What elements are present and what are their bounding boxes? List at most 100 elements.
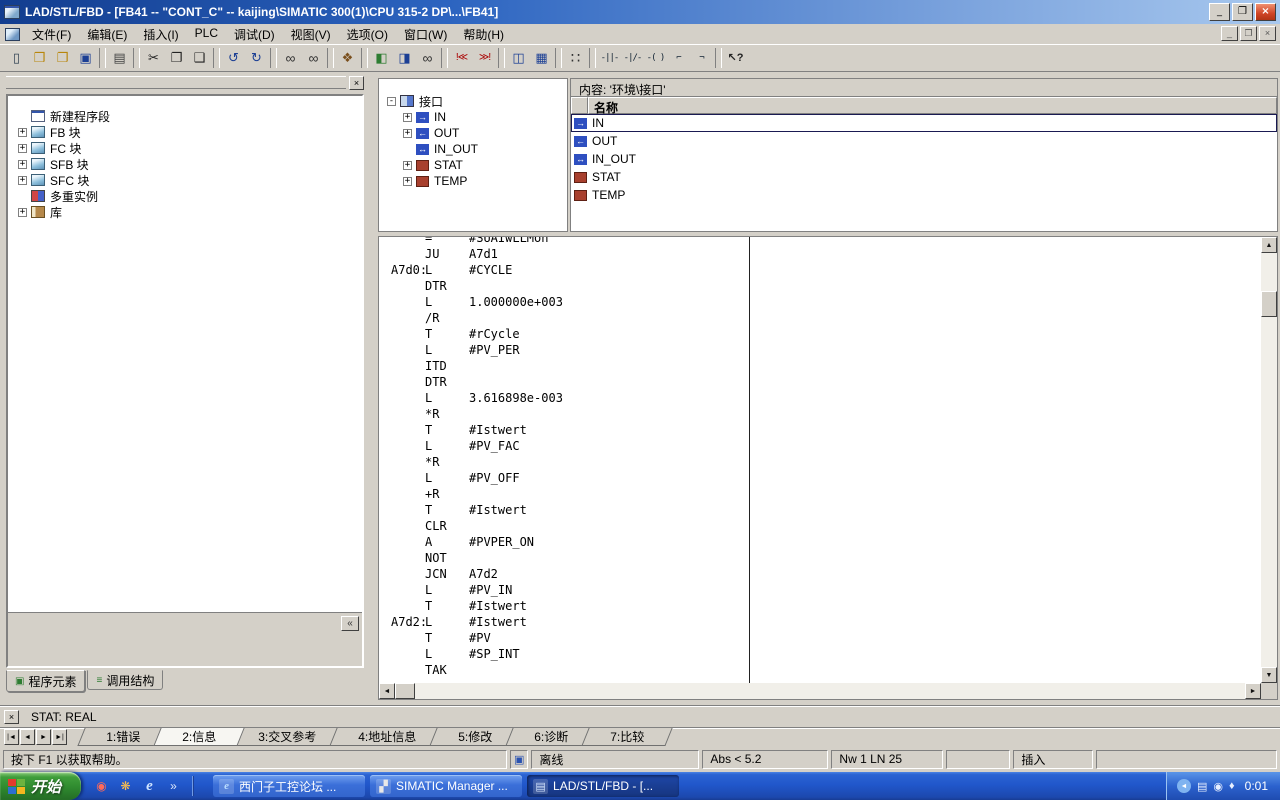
- undo-button[interactable]: ↺: [222, 47, 245, 69]
- stl-code-line[interactable]: L #SP_INT: [379, 646, 1261, 662]
- stl-editor[interactable]: = #SUAIwLLMon JU A7d1 A7d0: L #CYCLE DTR: [379, 237, 1261, 683]
- stl-code-line[interactable]: T #Istwert: [379, 502, 1261, 518]
- symbol-table-button[interactable]: ◧: [370, 47, 393, 69]
- table-row[interactable]: OUT: [571, 132, 1277, 150]
- interface-tree-item[interactable]: + TEMP: [403, 173, 565, 189]
- stl-code-line[interactable]: T #rCycle: [379, 326, 1261, 342]
- stl-code-line[interactable]: L #PV_PER: [379, 342, 1261, 358]
- stl-code-line[interactable]: CLR: [379, 518, 1261, 534]
- icon-column-header[interactable]: [571, 97, 588, 114]
- tray-network-icon[interactable]: ◉: [1213, 780, 1223, 793]
- output-nav-button[interactable]: ►: [36, 729, 51, 745]
- menu-item[interactable]: 插入(I): [135, 24, 186, 45]
- tray-collapse-button[interactable]: ◄: [1177, 779, 1191, 793]
- display-symbols-button[interactable]: ∞: [302, 47, 325, 69]
- coil-button[interactable]: -( ): [644, 47, 667, 69]
- interface-tree-item[interactable]: IN_OUT: [403, 141, 565, 157]
- stl-code-line[interactable]: ITD: [379, 358, 1261, 374]
- print-button[interactable]: ▤: [108, 47, 131, 69]
- tree-item[interactable]: + SFC 块: [18, 172, 358, 188]
- output-close-icon[interactable]: ×: [4, 710, 19, 724]
- scroll-down-icon[interactable]: ▼: [1261, 667, 1277, 683]
- open-button[interactable]: ❒: [28, 47, 51, 69]
- stl-code-line[interactable]: A7d2: L #Istwert: [379, 614, 1261, 630]
- tree-expander[interactable]: +: [403, 161, 412, 170]
- stl-code-line[interactable]: = #SUAIwLLMon: [379, 237, 1261, 246]
- tree-expander[interactable]: +: [18, 144, 27, 153]
- tree-expander[interactable]: -: [387, 97, 396, 106]
- stl-code-line[interactable]: JCN A7d2: [379, 566, 1261, 582]
- stl-code-line[interactable]: TAK: [379, 662, 1261, 678]
- new-network-button[interactable]: ∷: [564, 47, 587, 69]
- close-branch-button[interactable]: ¬: [690, 47, 713, 69]
- detail-view-button[interactable]: ▦: [530, 47, 553, 69]
- output-tab[interactable]: 7:比较: [581, 728, 672, 746]
- table-row[interactable]: TEMP: [571, 186, 1277, 204]
- catalog-tab[interactable]: ≡ 调用结构: [87, 670, 163, 690]
- stl-code-line[interactable]: T #Istwert: [379, 598, 1261, 614]
- output-tab[interactable]: 4:地址信息: [329, 728, 444, 746]
- tree-expander[interactable]: +: [18, 160, 27, 169]
- stl-code-line[interactable]: T #Istwert: [379, 422, 1261, 438]
- find-symbol-button[interactable]: ∞: [279, 47, 302, 69]
- stl-code-line[interactable]: JU A7d1: [379, 246, 1261, 262]
- tree-item[interactable]: + SFB 块: [18, 156, 358, 172]
- pane-resize-icon[interactable]: «: [341, 616, 359, 631]
- menu-item[interactable]: 调试(D): [226, 24, 283, 45]
- output-tab[interactable]: 2:信息: [153, 728, 244, 746]
- stl-code-line[interactable]: A7d0: L #CYCLE: [379, 262, 1261, 278]
- contact-nc-button[interactable]: -|/-: [621, 47, 644, 69]
- stl-code-line[interactable]: T #PV: [379, 630, 1261, 646]
- horizontal-scrollbar[interactable]: ◄ ►: [379, 683, 1261, 699]
- tree-expander[interactable]: +: [18, 208, 27, 217]
- close-button[interactable]: ×: [1255, 3, 1276, 21]
- save-button[interactable]: ▣: [74, 47, 97, 69]
- monitor-glasses-button[interactable]: ∞: [416, 47, 439, 69]
- stl-code-line[interactable]: NOT: [379, 550, 1261, 566]
- quick-launch-2-icon[interactable]: ❋: [117, 778, 134, 795]
- stl-code-line[interactable]: DTR: [379, 374, 1261, 390]
- tree-item[interactable]: + 库: [18, 204, 358, 220]
- start-button[interactable]: 开始: [0, 772, 81, 800]
- maximize-button[interactable]: ❐: [1232, 3, 1253, 21]
- open-online-button[interactable]: ❐: [51, 47, 74, 69]
- tray-printer-icon[interactable]: ▤: [1197, 780, 1207, 793]
- cut-button[interactable]: ✂: [142, 47, 165, 69]
- tree-expander[interactable]: +: [18, 176, 27, 185]
- stl-code-line[interactable]: L #PV_OFF: [379, 470, 1261, 486]
- paste-button[interactable]: ❑: [188, 47, 211, 69]
- symbol-info-button[interactable]: ◨: [393, 47, 416, 69]
- mdi-close-button[interactable]: ×: [1259, 26, 1276, 41]
- stl-code-line[interactable]: L #PV_FAC: [379, 438, 1261, 454]
- menu-item[interactable]: 视图(V): [283, 24, 339, 45]
- output-tab[interactable]: 3:交叉参考: [229, 728, 344, 746]
- menu-item[interactable]: 编辑(E): [79, 24, 135, 45]
- minimize-button[interactable]: _: [1209, 3, 1230, 21]
- tree-expander[interactable]: +: [18, 128, 27, 137]
- split-window-button[interactable]: ◫: [507, 47, 530, 69]
- name-column-header[interactable]: 名称: [588, 97, 1277, 114]
- stl-code-line[interactable]: *R: [379, 406, 1261, 422]
- quick-launch-1-icon[interactable]: ◉: [93, 778, 110, 795]
- tree-expander[interactable]: +: [403, 129, 412, 138]
- open-branch-button[interactable]: ⌐: [667, 47, 690, 69]
- taskbar-task-button[interactable]: e 西门子工控论坛 ...: [213, 775, 365, 797]
- tree-item[interactable]: 新建程序段: [18, 108, 358, 124]
- copy-button[interactable]: ❐: [165, 47, 188, 69]
- help-pointer-button[interactable]: ↖?: [724, 47, 747, 69]
- quick-launch-ie-icon[interactable]: e: [141, 778, 158, 795]
- output-nav-button[interactable]: |◄: [4, 729, 19, 745]
- table-row[interactable]: STAT: [571, 168, 1277, 186]
- stl-code-line[interactable]: *R: [379, 454, 1261, 470]
- taskbar-task-button[interactable]: ▤ LAD/STL/FBD - [...: [527, 775, 679, 797]
- goto-prev-error-button[interactable]: !≪: [450, 47, 473, 69]
- vertical-scrollbar[interactable]: ▲ ▼: [1261, 237, 1277, 683]
- goto-next-error-button[interactable]: ≫!: [473, 47, 496, 69]
- panel-grip[interactable]: [6, 76, 346, 89]
- stl-code-line[interactable]: A #PVPER_ON: [379, 534, 1261, 550]
- menu-item[interactable]: 窗口(W): [396, 24, 455, 45]
- table-row[interactable]: IN_OUT: [571, 150, 1277, 168]
- stl-code-line[interactable]: DTR: [379, 278, 1261, 294]
- interface-tree-item[interactable]: + STAT: [403, 157, 565, 173]
- tree-expander[interactable]: +: [403, 177, 412, 186]
